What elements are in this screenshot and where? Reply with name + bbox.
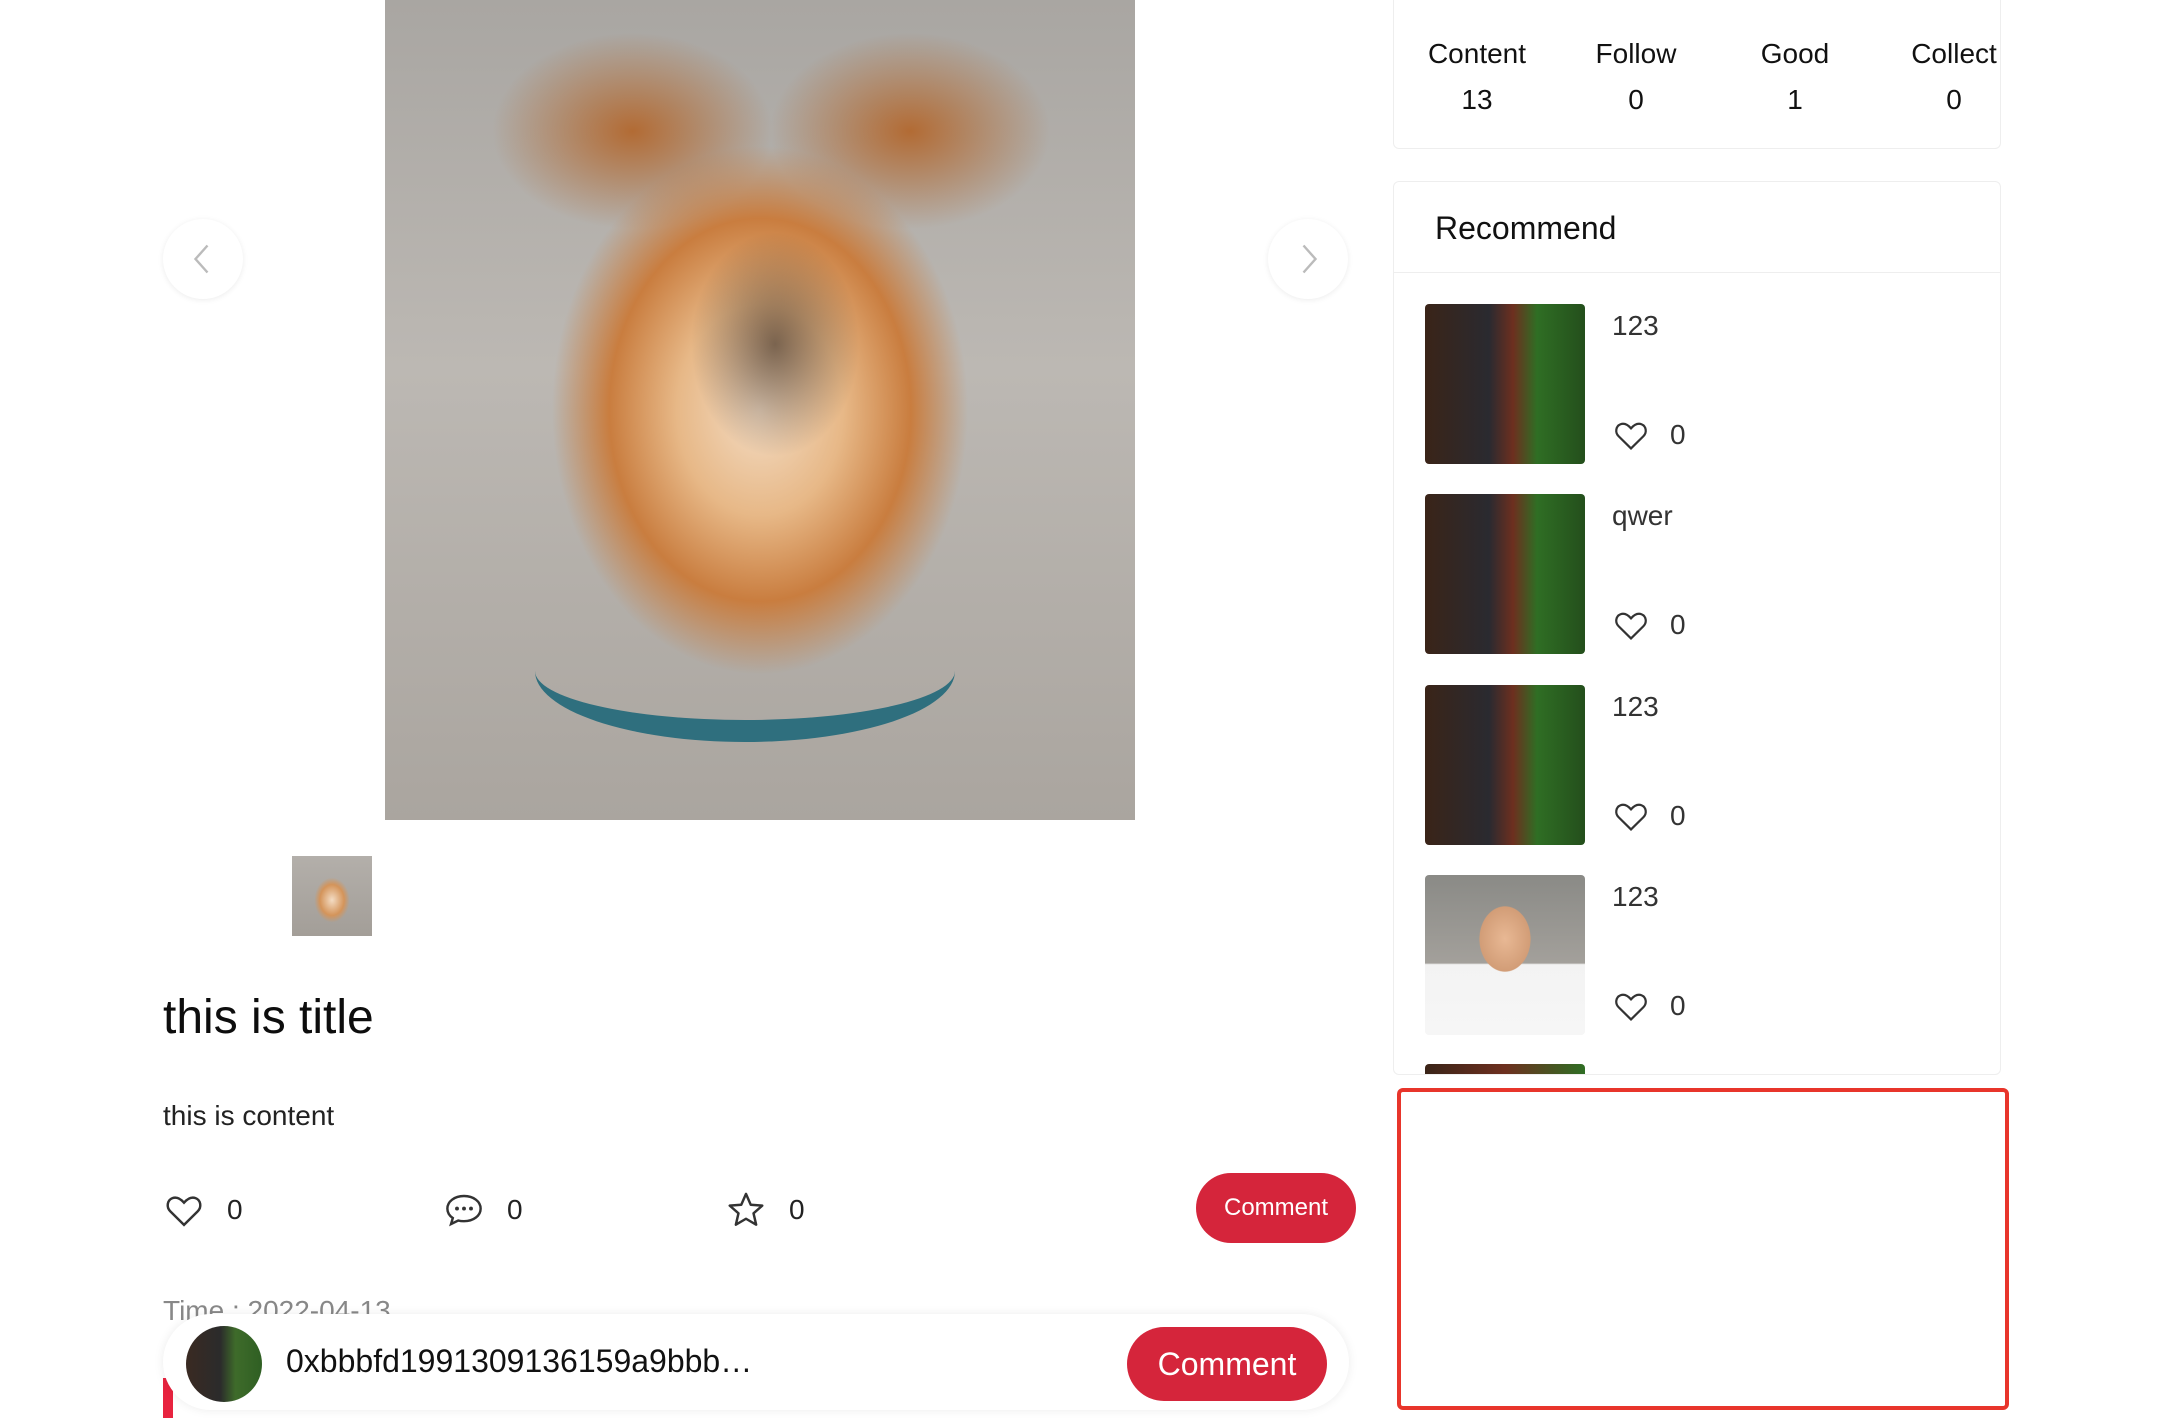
dog-collar <box>535 600 955 742</box>
like-count: 0 <box>227 1194 243 1225</box>
stats-card: Content 13 Follow 0 Good 1 Collect 0 <box>1393 0 2001 149</box>
post-title: this is title <box>163 991 374 1044</box>
carousel-next-button[interactable] <box>1268 219 1348 299</box>
chevron-right-icon <box>1302 244 1318 274</box>
comment-icon <box>446 1194 482 1227</box>
chevron-left-icon <box>193 244 209 274</box>
like-action[interactable]: 0 <box>163 1189 243 1231</box>
recommend-item-likes: 0 <box>1612 797 1686 835</box>
stat-label: Good <box>1760 38 1830 69</box>
like-count: 0 <box>1670 800 1686 831</box>
recommend-thumbnail-partial <box>1425 1064 1585 1074</box>
highlight-box <box>1397 1088 2009 1410</box>
stat-value: 13 <box>1461 84 1493 115</box>
recommend-item[interactable]: 123 0 <box>1425 685 1985 845</box>
recommend-thumbnail <box>1425 685 1585 845</box>
post-content: this is content <box>163 1100 335 1131</box>
comment-count: 0 <box>507 1194 523 1225</box>
image-thumbnail[interactable] <box>292 856 372 936</box>
recommend-item-title: 123 <box>1612 881 1659 912</box>
stat-content: Content 13 <box>1397 38 1557 116</box>
recommend-item[interactable]: qwer 0 <box>1425 494 1985 654</box>
carousel-prev-button[interactable] <box>163 219 243 299</box>
heart-icon <box>1615 993 1647 1022</box>
heart-icon <box>166 1196 202 1227</box>
like-count: 0 <box>1670 609 1686 640</box>
recommend-card: Recommend 123 0 qwer 0 123 0 123 0 <box>1393 181 2001 1075</box>
comment-bar-button[interactable]: Comment <box>1127 1327 1327 1401</box>
wallet-address: 0xbbbfd1991309136159a9bbb… <box>286 1343 753 1379</box>
stat-value: 0 <box>1628 84 1644 115</box>
divider <box>1394 272 2000 273</box>
stat-value: 0 <box>1946 84 1962 115</box>
stat-follow: Follow 0 <box>1556 38 1716 116</box>
recommend-title: Recommend <box>1435 210 1617 246</box>
recommend-item-likes: 0 <box>1612 987 1686 1025</box>
comment-button[interactable]: Comment <box>1196 1173 1356 1243</box>
heart-icon <box>1615 422 1647 451</box>
like-count: 0 <box>1670 990 1686 1021</box>
recommend-thumbnail <box>1425 494 1585 654</box>
main-image <box>385 0 1135 820</box>
stat-collect: Collect 0 <box>1874 38 2034 116</box>
recommend-item[interactable]: 123 0 <box>1425 875 1985 1035</box>
collect-action[interactable]: 0 <box>725 1189 805 1231</box>
recommend-item-title: qwer <box>1612 500 1673 531</box>
recommend-item-likes: 0 <box>1612 606 1686 644</box>
recommend-item-likes: 0 <box>1612 416 1686 454</box>
recommend-item-title: 123 <box>1612 691 1659 722</box>
recommend-item-title: 123 <box>1612 310 1659 341</box>
recommend-thumbnail <box>1425 875 1585 1035</box>
star-icon <box>728 1192 764 1226</box>
stat-value: 1 <box>1787 84 1803 115</box>
heart-icon <box>1615 612 1647 641</box>
recommend-item[interactable]: 123 0 <box>1425 304 1985 464</box>
stat-label: Collect <box>1911 38 1997 69</box>
like-count: 0 <box>1670 419 1686 450</box>
stat-label: Content <box>1427 38 1527 69</box>
comment-action[interactable]: 0 <box>443 1189 523 1231</box>
collect-count: 0 <box>789 1194 805 1225</box>
recommend-thumbnail <box>1425 304 1585 464</box>
avatar <box>186 1326 262 1402</box>
heart-icon <box>1615 803 1647 832</box>
stat-good: Good 1 <box>1715 38 1875 116</box>
stat-label: Follow <box>1595 38 1677 69</box>
